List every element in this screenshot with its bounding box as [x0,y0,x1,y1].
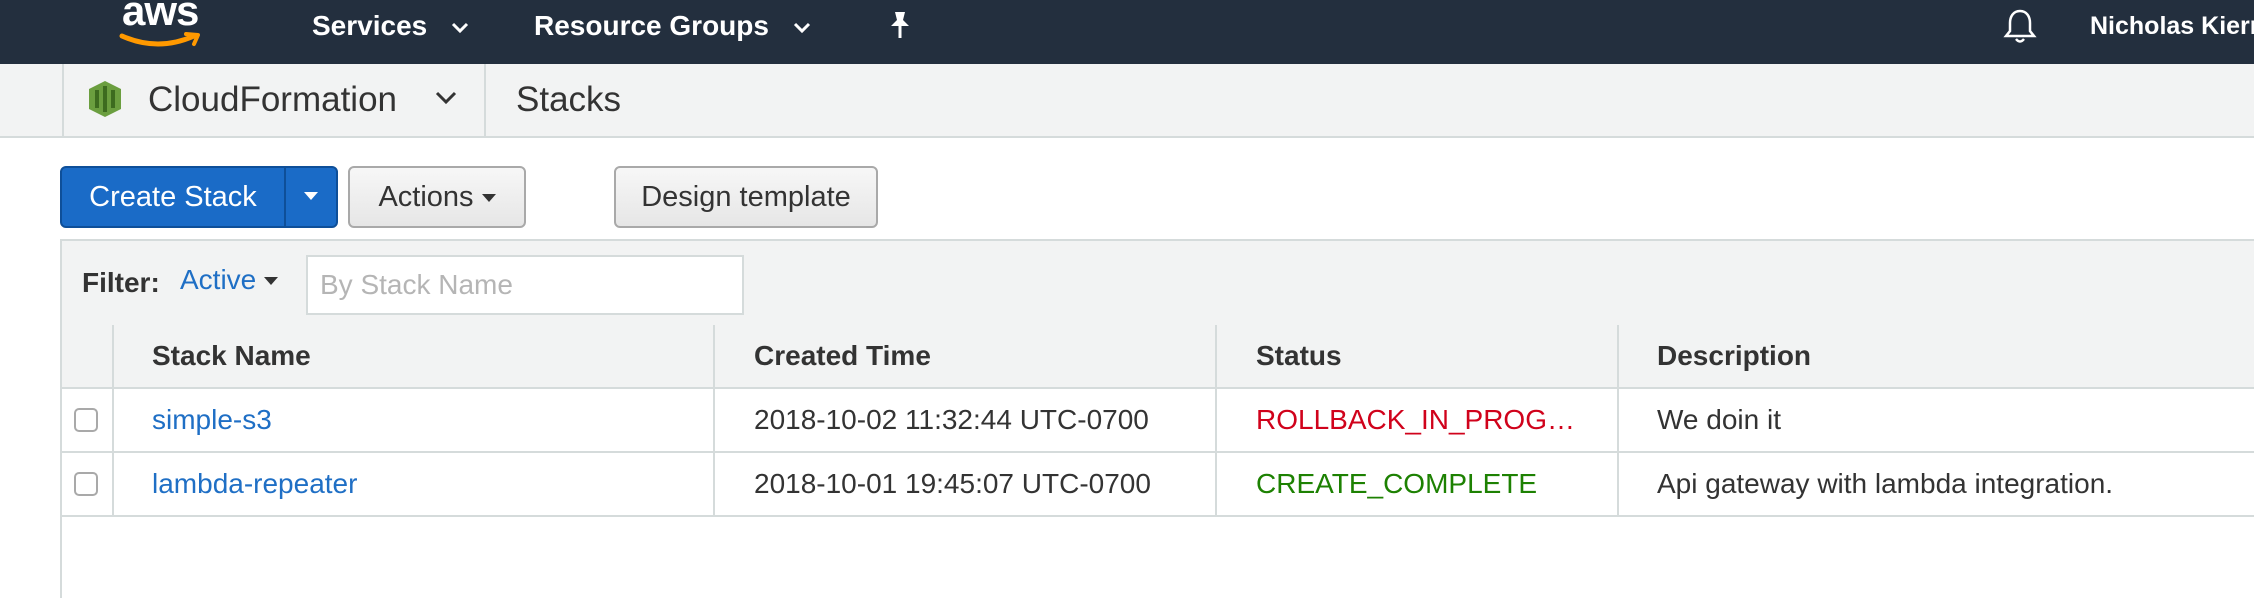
column-divider [713,389,715,451]
table-header: Stack Name Created Time Status Descripti… [62,325,2254,389]
row-checkbox[interactable] [74,408,98,432]
table-row[interactable]: lambda-repeater 2018-10-01 19:45:07 UTC-… [62,453,2254,517]
column-divider [1215,389,1217,451]
aws-logo[interactable]: aws [118,0,208,50]
status-rollback: ROLLBACK_IN_PROG… [1256,404,1575,435]
column-divider [1215,453,1217,515]
resource-groups-menu[interactable]: Resource Groups [534,0,811,52]
column-divider [112,325,114,387]
service-header-bar: CloudFormation Stacks [0,64,2254,138]
design-template-button[interactable]: Design template [614,166,878,228]
column-header-created-time[interactable]: Created Time [754,325,931,387]
services-label: Services [312,10,428,41]
caret-down-icon [264,277,279,286]
column-header-description[interactable]: Description [1657,325,1811,387]
column-divider [1215,325,1217,387]
filter-label: Filter: [82,267,160,298]
table-row[interactable]: simple-s3 2018-10-02 11:32:44 UTC-0700 R… [62,389,2254,453]
service-name[interactable]: CloudFormation [148,64,397,136]
top-navigation-bar: aws Services Resource Groups Nicholas Ki… [0,0,2254,64]
resource-groups-label: Resource Groups [534,10,769,41]
actions-label: Actions [378,181,474,213]
status-complete: CREATE_COMPLETE [1256,468,1538,499]
chevron-down-icon[interactable] [434,90,458,106]
column-divider [1617,389,1619,451]
stack-name-link[interactable]: simple-s3 [152,389,272,451]
caret-down-icon [481,193,496,202]
create-stack-button[interactable]: Create Stack [60,166,338,228]
pin-icon[interactable] [887,10,913,40]
aws-smile-icon [119,32,200,47]
create-stack-dropdown-toggle[interactable] [284,168,338,226]
services-menu[interactable]: Services [312,0,469,52]
user-menu[interactable]: Nicholas Kiern [2090,0,2254,52]
description: We doin it [1657,404,1781,435]
stack-name-link[interactable]: lambda-repeater [152,453,357,515]
column-divider [112,453,114,515]
divider [484,64,486,136]
bell-icon[interactable] [2003,8,2037,44]
created-time: 2018-10-01 19:45:07 UTC-0700 [754,468,1151,499]
actions-button[interactable]: Actions [348,166,526,228]
create-stack-label: Create Stack [89,181,257,213]
created-time: 2018-10-02 11:32:44 UTC-0700 [754,404,1149,435]
column-divider [713,325,715,387]
page-title: Stacks [516,80,622,119]
row-checkbox[interactable] [74,472,98,496]
column-header-stack-name[interactable]: Stack Name [152,325,311,387]
chevron-down-icon [793,22,810,33]
filter-selected-value: Active [180,264,257,295]
column-divider [1617,325,1619,387]
description: Api gateway with lambda integration. [1657,468,2114,499]
column-header-status[interactable]: Status [1256,325,1342,387]
column-divider [112,389,114,451]
column-divider [713,453,715,515]
caret-down-icon [304,192,318,200]
chevron-down-icon [451,22,469,33]
column-divider [1617,453,1619,515]
stack-name-search-input[interactable] [306,255,744,315]
filter-bar: Filter: Active [62,241,2254,327]
filter-status-select[interactable]: Active [180,241,279,319]
cloudformation-icon [89,81,121,117]
divider [62,64,64,136]
